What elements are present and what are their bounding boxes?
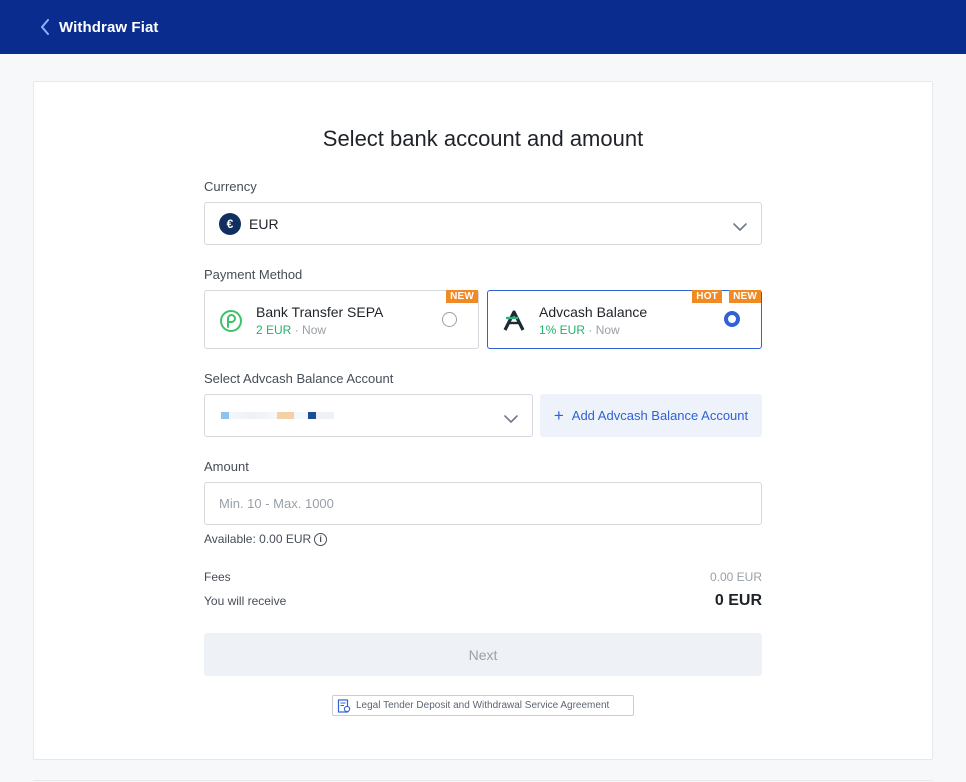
add-advcash-account-button[interactable]: + Add Advcash Balance Account [540,394,762,437]
payment-option-advcash-balance[interactable]: HOT NEW Advcash Balance 1% EUR · Now [487,290,762,349]
account-label: Select Advcash Balance Account [204,371,394,386]
payment-option-details: 1% EUR · Now [539,323,620,337]
page-title: Select bank account and amount [322,126,644,151]
payment-option-fee: 2 EUR [256,323,292,337]
payment-option-name: Advcash Balance [539,304,648,320]
chevron-down-icon [504,411,518,423]
separator-dot: · [294,323,299,337]
payment-method-label: Payment Method [204,267,303,282]
amount-input[interactable] [204,482,762,525]
amount-label: Amount [204,459,249,474]
hot-badge: HOT [692,290,722,303]
payment-option-name: Bank Transfer SEPA [256,304,384,320]
payment-option-bank-transfer-sepa[interactable]: NEW Bank Transfer SEPA 2 EUR · Now [204,290,479,349]
receive-label: You will receive [204,594,287,608]
currency-label: Currency [204,179,257,194]
receive-value: 0 EUR [714,592,762,609]
service-agreement-link[interactable]: Legal Tender Deposit and Withdrawal Serv… [332,695,634,716]
currency-select[interactable]: € EUR [204,202,762,245]
fees-value: 0.00 EUR [709,570,762,584]
sepa-logo-icon [219,309,243,333]
euro-coin-icon: € [219,212,241,235]
next-button[interactable]: Next [204,633,762,676]
currency-value: EUR [249,215,279,232]
payment-option-time: Now [302,323,327,337]
radio-button-selected[interactable] [724,311,740,327]
advcash-logo-icon [502,309,526,333]
new-badge: NEW [446,290,478,303]
plus-icon: + [553,406,564,425]
chevron-down-icon [733,219,747,231]
separator-dot: · [588,323,593,337]
payment-option-details: 2 EUR · Now [256,323,326,337]
top-bar: Withdraw Fiat [0,0,966,54]
agreement-label: Legal Tender Deposit and Withdrawal Serv… [356,700,610,711]
account-select[interactable] [204,394,533,437]
payment-option-time: Now [595,323,620,337]
info-icon[interactable]: i [314,532,328,546]
new-badge: NEW [729,290,761,303]
chevron-left-icon[interactable] [38,18,52,36]
withdraw-form-card: Select bank account and amount Currency … [33,81,933,760]
document-icon [337,698,351,713]
available-balance: Available: 0.00 EUR i [204,532,328,546]
page-header-title: Withdraw Fiat [59,18,159,36]
available-balance-text: Available: 0.00 EUR [204,532,312,546]
radio-button[interactable] [442,312,457,327]
divider [33,780,933,781]
payment-option-fee: 1% EUR [539,323,586,337]
fees-label: Fees [204,570,231,584]
add-account-label: Add Advcash Balance Account [571,408,749,423]
masked-account-value [221,412,334,419]
